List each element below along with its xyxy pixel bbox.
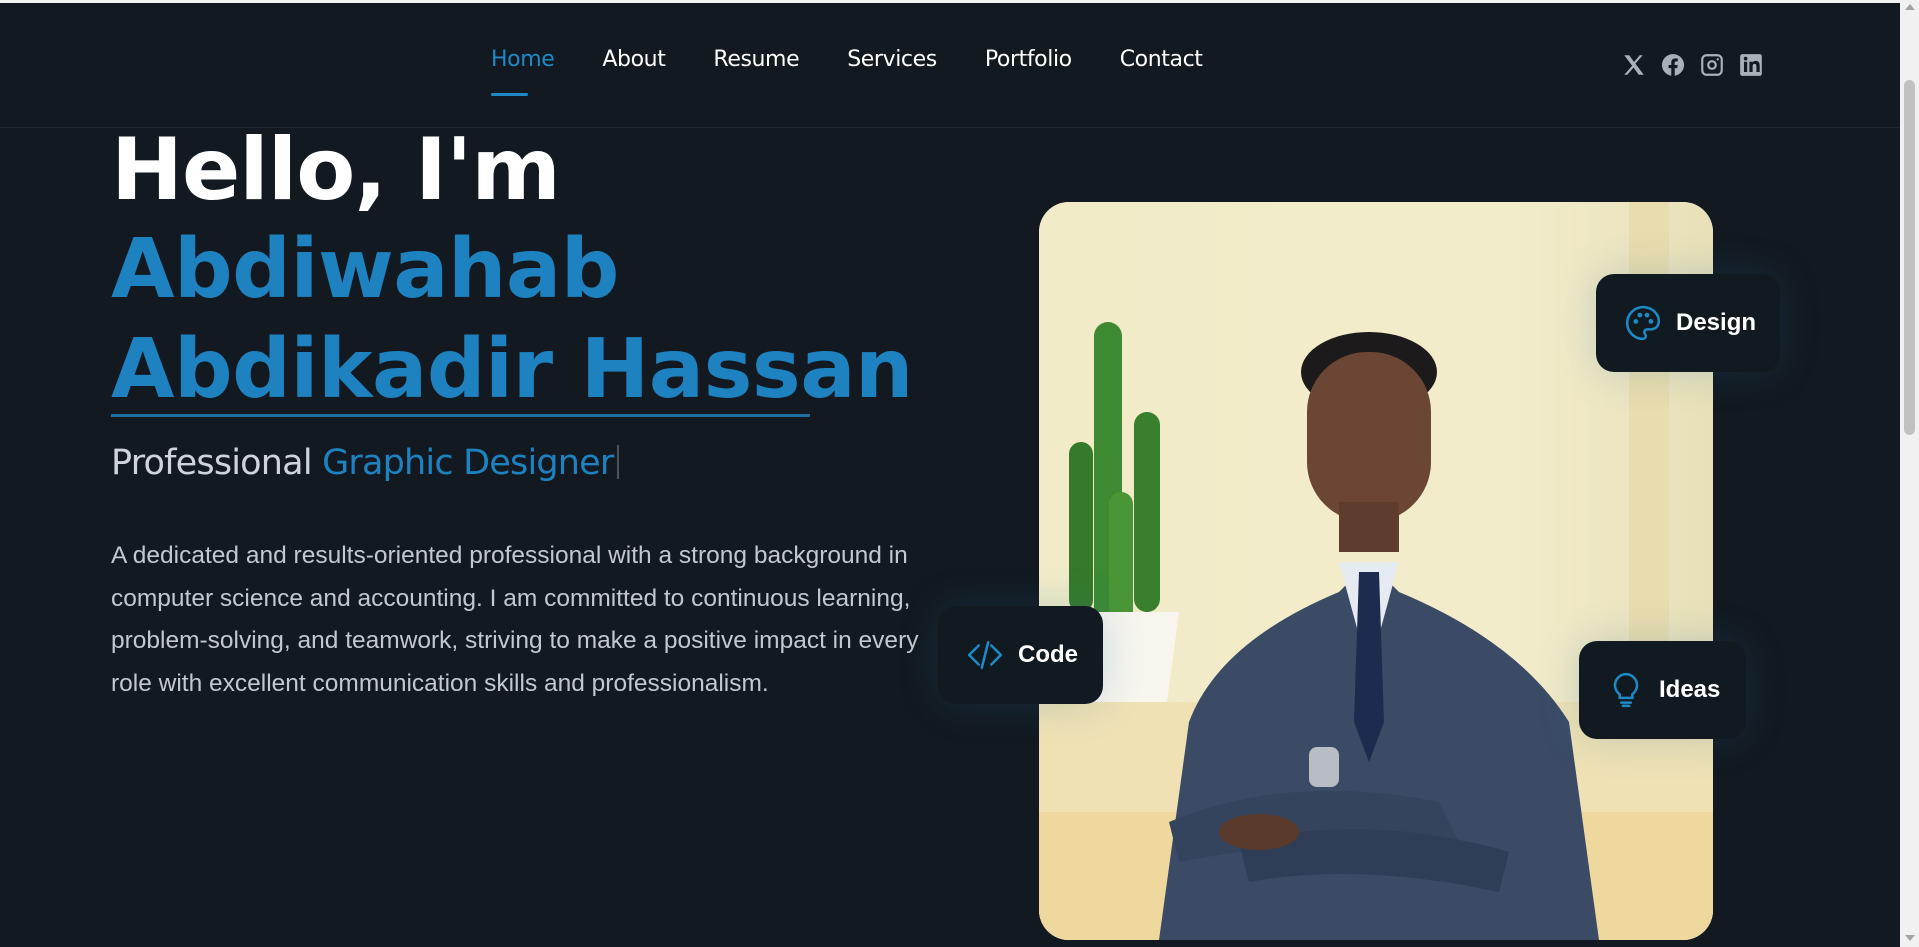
code-icon bbox=[967, 641, 1003, 669]
design-card-label: Design bbox=[1676, 309, 1757, 336]
main-nav: Home About Resume Services Portfolio Con… bbox=[491, 47, 1251, 96]
nav-home[interactable]: Home bbox=[491, 47, 555, 96]
x-icon[interactable] bbox=[1621, 52, 1647, 78]
role-prefix: Professional bbox=[111, 443, 313, 483]
role-highlight: Graphic Designer bbox=[322, 443, 614, 483]
code-card: Code bbox=[938, 606, 1103, 704]
nav-contact[interactable]: Contact bbox=[1120, 47, 1203, 72]
palette-icon bbox=[1625, 305, 1661, 341]
nav-about[interactable]: About bbox=[602, 47, 665, 72]
lightbulb-icon bbox=[1613, 672, 1639, 708]
scroll-up-arrow-icon[interactable] bbox=[1905, 4, 1915, 10]
facebook-icon[interactable] bbox=[1660, 52, 1686, 78]
scrollbar-thumb[interactable] bbox=[1904, 80, 1915, 435]
nav-portfolio[interactable]: Portfolio bbox=[985, 47, 1072, 72]
page: Home About Resume Services Portfolio Con… bbox=[0, 0, 1900, 947]
hero-bio: A dedicated and results-oriented profess… bbox=[111, 542, 919, 697]
ideas-card-label: Ideas bbox=[1659, 676, 1721, 703]
hero-role: Professional Graphic Designer bbox=[111, 443, 619, 483]
page-scrollbar[interactable] bbox=[1900, 0, 1919, 947]
hero-greeting: Hello, I'm bbox=[111, 120, 561, 220]
ideas-card: Ideas bbox=[1579, 641, 1746, 739]
typing-cursor bbox=[616, 445, 619, 479]
design-card: Design bbox=[1596, 274, 1780, 372]
name-underline bbox=[111, 414, 810, 417]
nav-services[interactable]: Services bbox=[847, 47, 937, 72]
hero-name-last: Abdikadir Hassan bbox=[111, 322, 913, 417]
hero-name-first: Abdiwahab bbox=[111, 222, 619, 317]
linkedin-icon[interactable] bbox=[1738, 52, 1764, 78]
code-card-label: Code bbox=[1018, 641, 1078, 668]
instagram-icon[interactable] bbox=[1699, 52, 1725, 78]
nav-resume[interactable]: Resume bbox=[713, 47, 799, 72]
site-header: Home About Resume Services Portfolio Con… bbox=[0, 3, 1900, 128]
social-links bbox=[1621, 52, 1764, 78]
scroll-down-arrow-icon[interactable] bbox=[1905, 935, 1915, 941]
